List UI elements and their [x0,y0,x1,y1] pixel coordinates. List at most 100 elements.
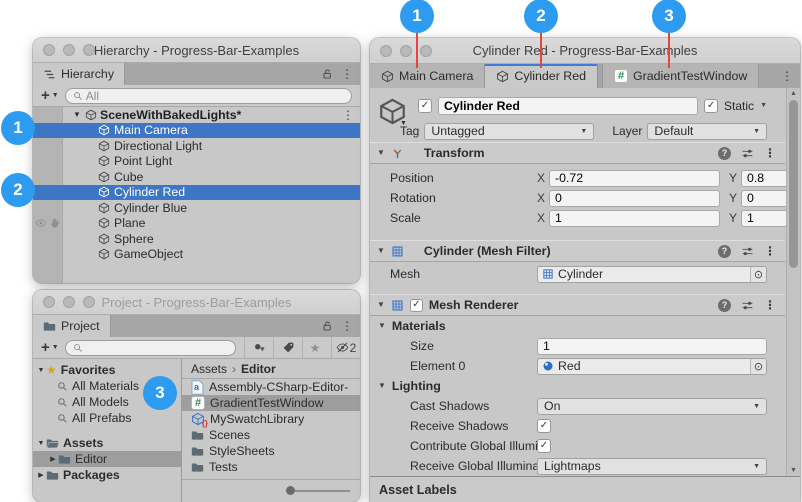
search-by-type-button[interactable] [244,337,273,359]
create-object-caret-icon[interactable]: ▼ [52,92,59,99]
scroll-up-icon[interactable]: ▲ [790,90,797,97]
foldout-icon[interactable]: ▶ [48,456,58,463]
close-window-button[interactable] [43,296,55,308]
active-checkbox[interactable]: ✓ [418,99,432,113]
asset-labels-footer[interactable]: Asset Labels [370,476,800,502]
object-picker-icon[interactable]: ⊙ [750,359,766,374]
breadcrumb-editor[interactable]: Editor [241,362,276,376]
hierarchy-search-input[interactable]: All [65,88,352,104]
static-checkbox[interactable]: ✓ [704,99,718,113]
hierarchy-item-main-camera[interactable]: Main Camera [33,123,360,139]
presets-icon[interactable] [741,299,754,312]
hierarchy-item-gameobject[interactable]: GameObject [33,247,360,263]
foldout-icon[interactable]: ▼ [36,367,46,374]
gameobject-name-field[interactable] [438,97,698,115]
presets-icon[interactable] [741,147,754,160]
hidden-packages-toggle[interactable]: 2 [331,337,360,359]
cast-shadows-dropdown[interactable]: On ▼ [537,398,767,415]
rotation-x-field[interactable] [549,190,720,207]
help-icon[interactable]: ? [718,147,731,160]
zoom-window-button[interactable] [420,45,432,57]
close-window-button[interactable] [380,45,392,57]
thumbnail-size-slider[interactable] [288,490,350,492]
foldout-icon[interactable]: ▼ [36,440,46,447]
presets-icon[interactable] [741,245,754,258]
unlock-icon[interactable] [321,68,333,80]
transform-section-header[interactable]: ▼ Transform ? ⋮ [370,142,785,164]
minimize-window-button[interactable] [63,296,75,308]
folder-row-assets[interactable]: ▼ Assets [33,435,181,451]
tab-project[interactable]: Project [33,315,111,337]
file-row-myswatchlibrary[interactable]: {} MySwatchLibrary [182,411,360,427]
create-asset-button[interactable]: + [41,340,50,355]
receive-shadows-checkbox[interactable]: ✓ [537,419,551,433]
hierarchy-item-directional-light[interactable]: Directional Light [33,138,360,154]
component-menu-icon[interactable]: ⋮ [764,245,776,257]
tab-main-camera[interactable]: Main Camera [370,64,485,88]
slider-handle[interactable] [286,486,295,495]
scale-x-field[interactable] [549,210,720,227]
tag-dropdown[interactable]: Untagged ▼ [424,123,594,140]
file-row-stylesheets[interactable]: StyleSheets [182,443,360,459]
position-x-field[interactable] [549,170,720,187]
lighting-foldout[interactable]: ▼ Lighting [370,376,785,396]
create-object-button[interactable]: + [41,88,50,103]
file-row-assembly[interactable]: a Assembly-CSharp-Editor- [182,379,360,395]
project-search-input[interactable] [65,340,236,356]
static-caret-icon[interactable]: ▼ [760,102,767,109]
hierarchy-item-sphere[interactable]: Sphere [33,231,360,247]
component-menu-icon[interactable]: ⋮ [764,147,776,159]
hierarchy-item-cylinder-blue[interactable]: Cylinder Blue [33,200,360,216]
object-picker-icon[interactable]: ⊙ [750,267,766,282]
inspector-menu-icon[interactable]: ⋮ [781,70,793,82]
material-object-field[interactable]: Red ⊙ [537,358,767,375]
foldout-icon[interactable]: ▼ [377,301,385,309]
scene-menu-icon[interactable]: ⋮ [342,109,354,121]
foldout-icon[interactable]: ▶ [36,472,46,479]
mesh-filter-section-header[interactable]: ▼ Cylinder (Mesh Filter) ? ⋮ [370,240,785,262]
tab-gradienttestwindow[interactable]: # GradientTestWindow [602,64,759,88]
hierarchy-menu-icon[interactable]: ⋮ [341,68,353,80]
hierarchy-item-cube[interactable]: Cube [33,169,360,185]
breadcrumb-assets[interactable]: Assets [191,362,227,376]
scroll-down-icon[interactable]: ▼ [790,467,797,474]
hierarchy-item-cylinder-red[interactable]: Cylinder Red [33,185,360,201]
inspector-scrollbar[interactable]: ▲ ▼ [786,88,800,476]
file-row-gradienttestwindow[interactable]: # GradientTestWindow [182,395,360,411]
zoom-window-button[interactable] [83,44,95,56]
close-window-button[interactable] [43,44,55,56]
mesh-object-field[interactable]: Cylinder ⊙ [537,266,767,283]
minimize-window-button[interactable] [63,44,75,56]
minimize-window-button[interactable] [400,45,412,57]
layer-dropdown[interactable]: Default ▼ [647,123,767,140]
create-asset-caret-icon[interactable]: ▼ [52,344,59,351]
tab-hierarchy[interactable]: Hierarchy [33,63,125,85]
search-by-label-button[interactable] [273,337,302,359]
scene-foldout-icon[interactable]: ▼ [73,110,81,119]
receive-gi-dropdown[interactable]: Lightmaps ▼ [537,458,767,475]
help-icon[interactable]: ? [718,299,731,312]
scene-row[interactable]: ▼ SceneWithBakedLights* ⋮ [33,107,360,123]
component-enabled-checkbox[interactable]: ✓ [410,299,423,312]
unlock-icon[interactable] [321,320,333,332]
materials-size-field[interactable] [537,338,767,355]
hierarchy-item-plane[interactable]: Plane [33,216,360,232]
folder-row-packages[interactable]: ▶ Packages [33,467,181,483]
file-row-tests[interactable]: Tests [182,459,360,475]
scrollbar-thumb[interactable] [789,100,798,268]
mesh-renderer-section-header[interactable]: ▼ ✓ Mesh Renderer ? ⋮ [370,294,785,316]
help-icon[interactable]: ? [718,245,731,258]
foldout-icon[interactable]: ▼ [377,247,385,255]
foldout-icon[interactable]: ▼ [377,149,385,157]
icon-picker-caret-icon[interactable]: ▼ [400,120,407,127]
zoom-window-button[interactable] [83,296,95,308]
component-menu-icon[interactable]: ⋮ [764,299,776,311]
project-menu-icon[interactable]: ⋮ [341,320,353,332]
favorites-item-all-prefabs[interactable]: All Prefabs [33,410,181,426]
folder-row-editor[interactable]: ▶ Editor [33,451,181,467]
pickability-hand-icon[interactable] [49,217,61,229]
hierarchy-item-point-light[interactable]: Point Light [33,154,360,170]
file-row-scenes[interactable]: Scenes [182,427,360,443]
save-search-button[interactable]: ★ [302,337,331,359]
project-titlebar[interactable]: Project - Progress-Bar-Examples [33,290,360,315]
